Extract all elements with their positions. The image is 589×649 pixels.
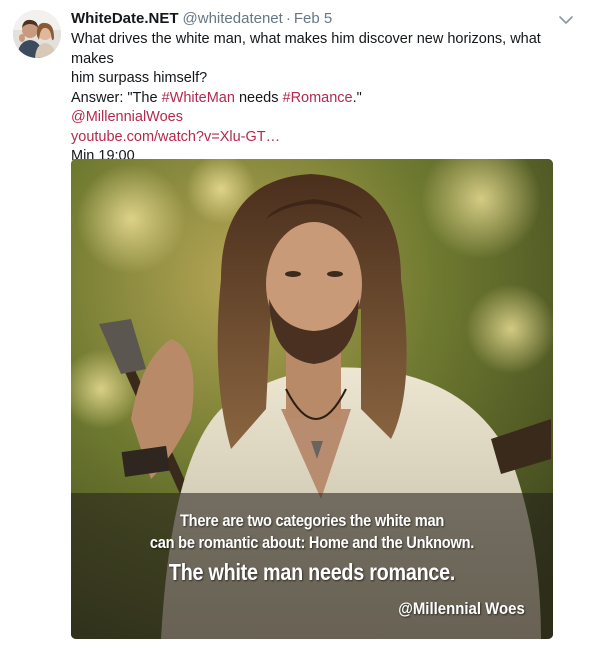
youtube-link[interactable]: youtube.com/watch?v=Xlu-GT… (71, 128, 581, 148)
answer-line: Answer: "The #WhiteMan needs #Romance." (71, 89, 581, 109)
mention-link[interactable]: @MillennialWoes (71, 108, 581, 128)
tweet-text: What drives the white man, what makes hi… (71, 30, 581, 167)
user-handle[interactable]: @whitedatenet (183, 10, 283, 27)
answer-middle: needs (234, 89, 283, 106)
answer-suffix: ." (352, 89, 362, 106)
separator-dot: · (285, 10, 291, 27)
tweet-header: WhiteDate.NET @whitedatenet · Feb 5 (71, 9, 559, 29)
avatar-photo (13, 10, 61, 58)
hashtag-romance[interactable]: #Romance (283, 90, 353, 106)
avatar[interactable] (13, 10, 61, 58)
tweet-text-line-2: him surpass himself? (71, 70, 208, 86)
tweet-date[interactable]: Feb 5 (294, 10, 332, 27)
caption-line-2: can be romantic about: Home and the Unkn… (149, 533, 475, 552)
tweet-text-line-1: What drives the white man, what makes hi… (71, 31, 541, 67)
hashtag-whiteman[interactable]: #WhiteMan (162, 90, 235, 106)
image-watermark: @Millennial Woes (398, 599, 525, 618)
answer-prefix: Answer: "The (71, 89, 162, 106)
chevron-down-icon[interactable] (557, 11, 575, 29)
tweet: WhiteDate.NET @whitedatenet · Feb 5 What dr… (0, 0, 589, 649)
tweet-image[interactable]: There are two categories the white man c… (71, 159, 553, 639)
caption-line-3: The white man needs romance. (168, 559, 456, 585)
display-name[interactable]: WhiteDate.NET (71, 10, 179, 27)
caption-line-1: There are two categories the white man (180, 511, 444, 530)
